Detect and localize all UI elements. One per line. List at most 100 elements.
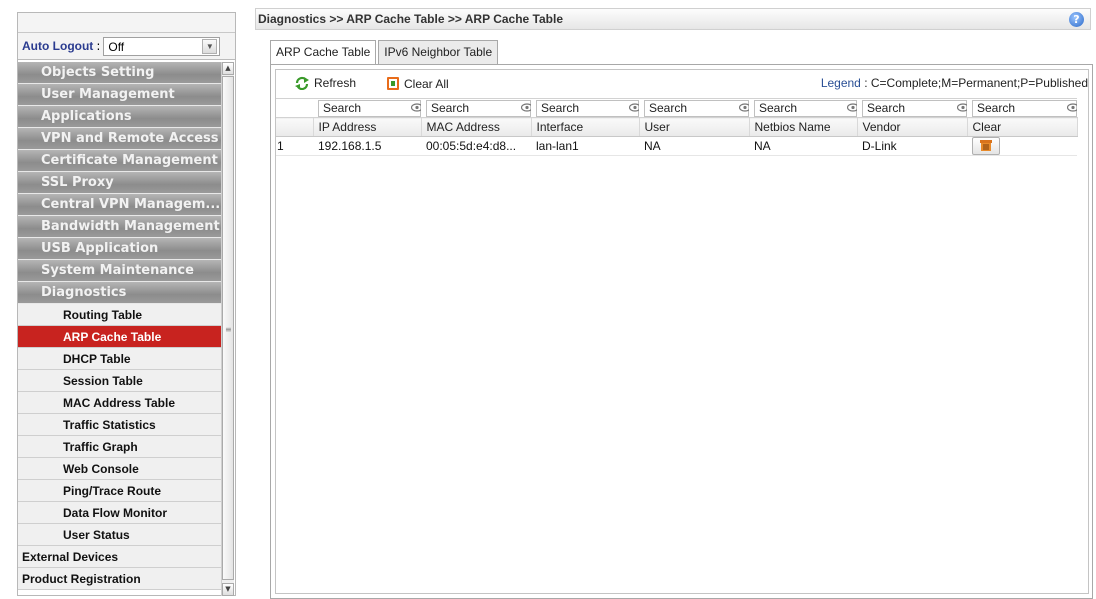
search-input-mac[interactable] xyxy=(426,99,531,117)
search-input-ip[interactable] xyxy=(318,99,421,117)
clear-all-icon xyxy=(387,77,399,90)
auto-logout-label: Auto Logout xyxy=(22,39,94,53)
legend-colon: : xyxy=(860,76,871,90)
main-area: Diagnostics >> ARP Cache Table >> ARP Ca… xyxy=(255,8,1096,599)
header-row: IP Address MAC Address Interface User Ne… xyxy=(276,117,1078,137)
delete-entry-button[interactable] xyxy=(972,137,1000,155)
legend-text: C=Complete;M=Permanent;P=Published xyxy=(870,76,1088,90)
column-header-netbios[interactable]: Netbios Name xyxy=(749,117,858,137)
breadcrumb: Diagnostics >> ARP Cache Table >> ARP Ca… xyxy=(255,8,1091,30)
cell-ip: 192.168.1.5 xyxy=(313,136,421,156)
search-input-netbios[interactable] xyxy=(754,99,857,117)
cell-interface: lan-lan1 xyxy=(531,136,639,156)
search-input-clear[interactable] xyxy=(972,99,1077,117)
auto-logout-row: Auto Logout : Off ▼ xyxy=(18,33,235,60)
menu-applications[interactable]: Applications xyxy=(18,106,223,128)
header-index xyxy=(276,117,314,137)
menu-vpn-remote-access[interactable]: VPN and Remote Access xyxy=(18,128,223,150)
grid-toolbar: Refresh Clear All Legend : C=Complete;M=… xyxy=(276,70,1088,98)
legend: Legend : C=Complete;M=Permanent;P=Publis… xyxy=(821,76,1088,90)
search-row xyxy=(276,98,1077,118)
menu-diagnostics[interactable]: Diagnostics xyxy=(18,282,223,304)
tab-bar: ARP Cache Table IPv6 Neighbor Table xyxy=(270,40,500,65)
arp-grid: Refresh Clear All Legend : C=Complete;M=… xyxy=(275,69,1089,594)
chevron-down-icon[interactable]: ▼ xyxy=(202,38,218,54)
search-cell-vendor xyxy=(857,98,967,118)
auto-logout-colon: : xyxy=(96,39,101,53)
column-header-user[interactable]: User xyxy=(639,117,750,137)
sidebar-scrollbar[interactable]: ▲ ≡ ▼ xyxy=(221,62,234,596)
search-cell-ip xyxy=(313,98,421,118)
auto-logout-select[interactable]: Off ▼ xyxy=(103,36,221,56)
filter-icon[interactable] xyxy=(521,103,531,112)
table-row[interactable]: 1 192.168.1.5 00:05:5d:e4:d8... lan-lan1… xyxy=(276,136,1077,156)
cell-netbios: NA xyxy=(749,136,857,156)
refresh-button[interactable]: Refresh xyxy=(294,76,356,90)
breadcrumb-text: Diagnostics >> ARP Cache Table >> ARP Ca… xyxy=(258,12,564,26)
search-cell-mac xyxy=(421,98,531,118)
auto-logout-value: Off xyxy=(108,39,125,54)
menu-certificate-management[interactable]: Certificate Management xyxy=(18,150,223,172)
row-index: 1 xyxy=(276,136,313,156)
column-header-vendor[interactable]: Vendor xyxy=(857,117,968,137)
tab-arp-cache-table[interactable]: ARP Cache Table xyxy=(270,40,377,65)
search-input-vendor[interactable] xyxy=(862,99,967,117)
menu-user-management[interactable]: User Management xyxy=(18,84,223,106)
menu-objects-setting[interactable]: Objects Setting xyxy=(18,62,223,84)
clear-all-label: Clear All xyxy=(404,76,449,91)
scroll-down-icon[interactable]: ▼ xyxy=(222,583,234,596)
menu-ping-trace-route[interactable]: Ping/Trace Route xyxy=(18,480,223,502)
search-input-interface[interactable] xyxy=(536,99,639,117)
menu-arp-cache-table[interactable]: ARP Cache Table xyxy=(18,326,223,348)
menu-web-console[interactable]: Web Console xyxy=(18,458,223,480)
menu-session-table[interactable]: Session Table xyxy=(18,370,223,392)
menu-mac-address-table[interactable]: MAC Address Table xyxy=(18,392,223,414)
menu-user-status[interactable]: User Status xyxy=(18,524,223,546)
filter-icon[interactable] xyxy=(411,103,421,112)
search-cell-clear xyxy=(967,98,1077,118)
column-header-mac[interactable]: MAC Address xyxy=(421,117,532,137)
legend-label: Legend xyxy=(820,76,861,90)
tab-panel: Refresh Clear All Legend : C=Complete;M=… xyxy=(270,64,1093,599)
help-icon[interactable]: ? xyxy=(1069,12,1084,27)
search-cell-user xyxy=(639,98,749,118)
arp-table: IP Address MAC Address Interface User Ne… xyxy=(276,98,1078,156)
menu-data-flow-monitor[interactable]: Data Flow Monitor xyxy=(18,502,223,524)
sidebar-menu: Objects Setting User Management Applicat… xyxy=(18,62,223,590)
filter-icon[interactable] xyxy=(629,103,639,112)
menu-dhcp-table[interactable]: DHCP Table xyxy=(18,348,223,370)
scrollbar-thumb[interactable]: ≡ xyxy=(222,76,234,580)
cell-vendor: D-Link xyxy=(857,136,967,156)
menu-traffic-statistics[interactable]: Traffic Statistics xyxy=(18,414,223,436)
menu-product-registration[interactable]: Product Registration xyxy=(18,568,223,590)
filter-icon[interactable] xyxy=(957,103,967,112)
menu-bandwidth-management[interactable]: Bandwidth Management xyxy=(18,216,223,238)
sidebar-header xyxy=(18,13,235,33)
menu-system-maintenance[interactable]: System Maintenance xyxy=(18,260,223,282)
menu-ssl-proxy[interactable]: SSL Proxy xyxy=(18,172,223,194)
column-header-ip[interactable]: IP Address xyxy=(313,117,422,137)
filter-icon[interactable] xyxy=(739,103,749,112)
menu-routing-table[interactable]: Routing Table xyxy=(18,304,223,326)
cell-mac: 00:05:5d:e4:d8... xyxy=(421,136,531,156)
filter-icon[interactable] xyxy=(847,103,857,112)
refresh-label: Refresh xyxy=(314,76,357,90)
menu-external-devices[interactable]: External Devices xyxy=(18,546,223,568)
cell-clear xyxy=(967,136,1077,156)
menu-traffic-graph[interactable]: Traffic Graph xyxy=(18,436,223,458)
search-input-user[interactable] xyxy=(644,99,749,117)
sidebar: Auto Logout : Off ▼ Objects Setting User… xyxy=(17,12,236,596)
clear-all-button[interactable]: Clear All xyxy=(386,76,449,91)
grip-icon: ≡ xyxy=(225,325,232,334)
menu-usb-application[interactable]: USB Application xyxy=(18,238,223,260)
scroll-up-icon[interactable]: ▲ xyxy=(222,62,234,75)
search-row-spacer xyxy=(276,98,313,118)
cell-user: NA xyxy=(639,136,749,156)
column-header-clear[interactable]: Clear xyxy=(967,117,1078,137)
search-cell-interface xyxy=(531,98,639,118)
menu-central-vpn-management[interactable]: Central VPN Managem... xyxy=(18,194,223,216)
filter-icon[interactable] xyxy=(1067,103,1077,112)
column-header-interface[interactable]: Interface xyxy=(531,117,640,137)
search-cell-netbios xyxy=(749,98,857,118)
tab-ipv6-neighbor-table[interactable]: IPv6 Neighbor Table xyxy=(378,40,499,64)
